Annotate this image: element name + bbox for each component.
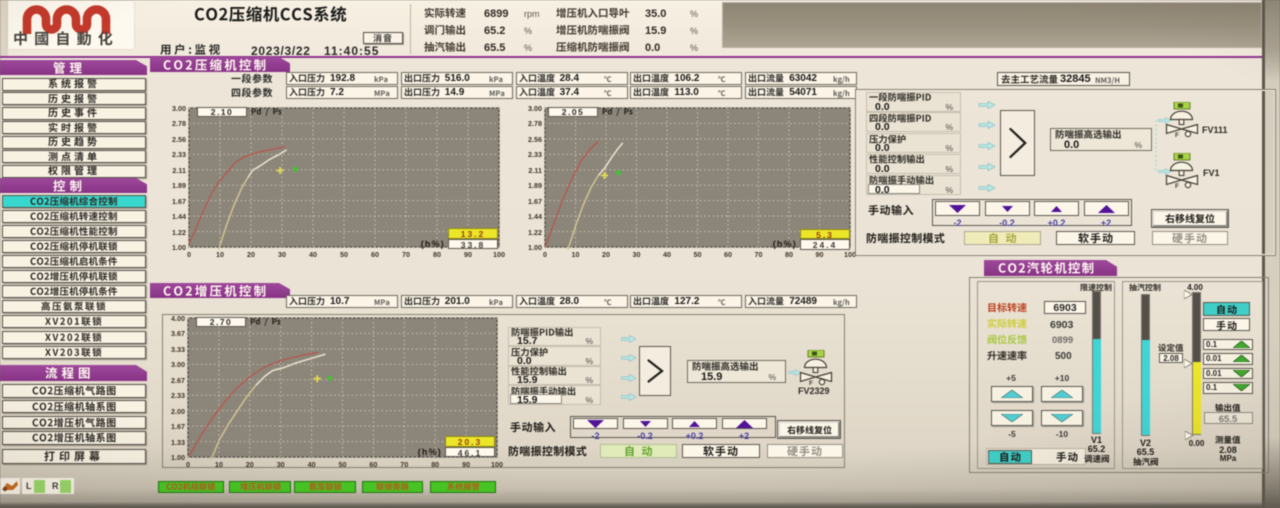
svg-text:F: F — [1175, 132, 1179, 139]
svg-text:F: F — [1175, 183, 1179, 190]
